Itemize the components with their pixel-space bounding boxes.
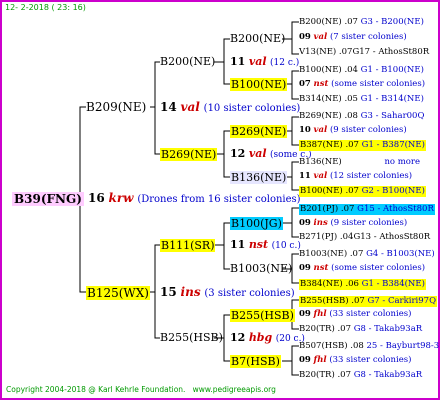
gen4-queen-id[interactable]: B100(NE): [230, 78, 288, 91]
gen4-queen-id[interactable]: B269(NE): [230, 125, 288, 138]
gen5-bottom[interactable]: V13(NE) .07G17 - AthosSt80R: [299, 48, 429, 57]
gen5-bottom[interactable]: B384(NE) .06 G1 - B384(NE): [299, 279, 426, 290]
footer: Copyright 2004-2018 @ Karl Kehrle Founda…: [6, 386, 276, 394]
gen2-info: 14 val (10 sister colonies): [160, 100, 301, 114]
root-brand: krw: [108, 191, 134, 205]
gen3-info: 11 nst (10 c.): [230, 238, 301, 251]
gen4-queen-id[interactable]: B255(HSB): [230, 309, 295, 322]
gen5-bottom[interactable]: B314(NE) .05 G1 - B314(NE): [299, 95, 424, 104]
gen3-queen-id[interactable]: B269(NE): [160, 148, 218, 161]
gen5-mid: 10 val (9 sister colonies): [299, 125, 407, 135]
gen5-bottom[interactable]: B100(NE) .07 G2 - B100(NE): [299, 186, 426, 197]
gen5-top[interactable]: B100(NE) .04 G1 - B100(NE): [299, 66, 424, 75]
gen4-queen-id[interactable]: B100(JG): [230, 217, 283, 230]
root-info: 16 krw (Drones from 16 sister colonies): [88, 192, 301, 205]
gen5-top[interactable]: B269(NE) .08 G3 - Sahar00Q: [299, 112, 424, 121]
gen5-mid: 11 val (12 sister colonies): [299, 171, 413, 181]
gen5-mid: 09 nst (some sister colonies): [299, 263, 426, 273]
gen3-info: 12 hbg (20 c.): [230, 331, 305, 344]
print-date: 12- 2-2018 ( 23: 16): [5, 3, 86, 12]
gen3-info: 11 val (12 c.): [230, 55, 300, 68]
gen5-mid: 09 val (7 sister colonies): [299, 32, 407, 42]
gen5-top[interactable]: B1003(NE) .07 G4 - B1003(NE): [299, 250, 435, 259]
gen5-mid: 09 fhl (33 sister colonies): [299, 309, 412, 319]
gen5-mid: 07 nst (some sister colonies): [299, 79, 426, 89]
gen3-queen-id[interactable]: B111(SR): [160, 239, 216, 252]
website-link: www.pedigreeapis.org: [192, 385, 276, 394]
gen5-bottom[interactable]: B387(NE) .07 G1 - B387(NE): [299, 140, 426, 151]
gen4-queen-id[interactable]: B1003(NE): [230, 263, 292, 274]
gen5-bottom[interactable]: B20(TR) .07 G8 - Takab93aR: [299, 371, 422, 380]
gen5-mid: 09 ins (9 sister colonies): [299, 218, 408, 228]
root-queen-id[interactable]: B39(FNG): [12, 192, 84, 206]
gen5-top[interactable]: B201(PJ) .07 G15 - AthosSt80R: [299, 204, 435, 215]
gen5-top[interactable]: B136(NE) no more: [299, 158, 420, 167]
gen5-mid: 09 fhl (33 sister colonies): [299, 355, 412, 365]
gen4-queen-id[interactable]: B136(NE): [230, 171, 288, 184]
gen5-top[interactable]: B200(NE) .07 G3 - B200(NE): [299, 18, 424, 27]
gen5-bottom[interactable]: B271(PJ) .04G13 - AthosSt80R: [299, 233, 430, 242]
root-note: (Drones from 16 sister colonies): [137, 194, 301, 205]
gen2-queen-id[interactable]: B209(NE): [86, 101, 146, 113]
gen3-queen-id[interactable]: B200(NE): [160, 56, 215, 67]
root-year: 16: [88, 191, 105, 205]
gen5-top[interactable]: B255(HSB) .07 G7 - Carkiri97Q: [299, 296, 438, 307]
gen3-queen-id[interactable]: B255(HSB): [160, 332, 223, 343]
gen4-queen-id[interactable]: B200(NE): [230, 33, 285, 44]
gen4-queen-id[interactable]: B7(HSB): [230, 355, 281, 368]
gen2-queen-id[interactable]: B125(WX): [86, 286, 150, 300]
gen5-top[interactable]: B507(HSB) .08 25 - Bayburt98-3: [299, 342, 439, 351]
copyright-text: Copyright 2004-2018 @ Karl Kehrle Founda…: [6, 385, 186, 394]
gen2-info: 15 ins (3 sister colonies): [160, 285, 295, 299]
gen5-bottom[interactable]: B20(TR) .07 G8 - Takab93aR: [299, 325, 422, 334]
